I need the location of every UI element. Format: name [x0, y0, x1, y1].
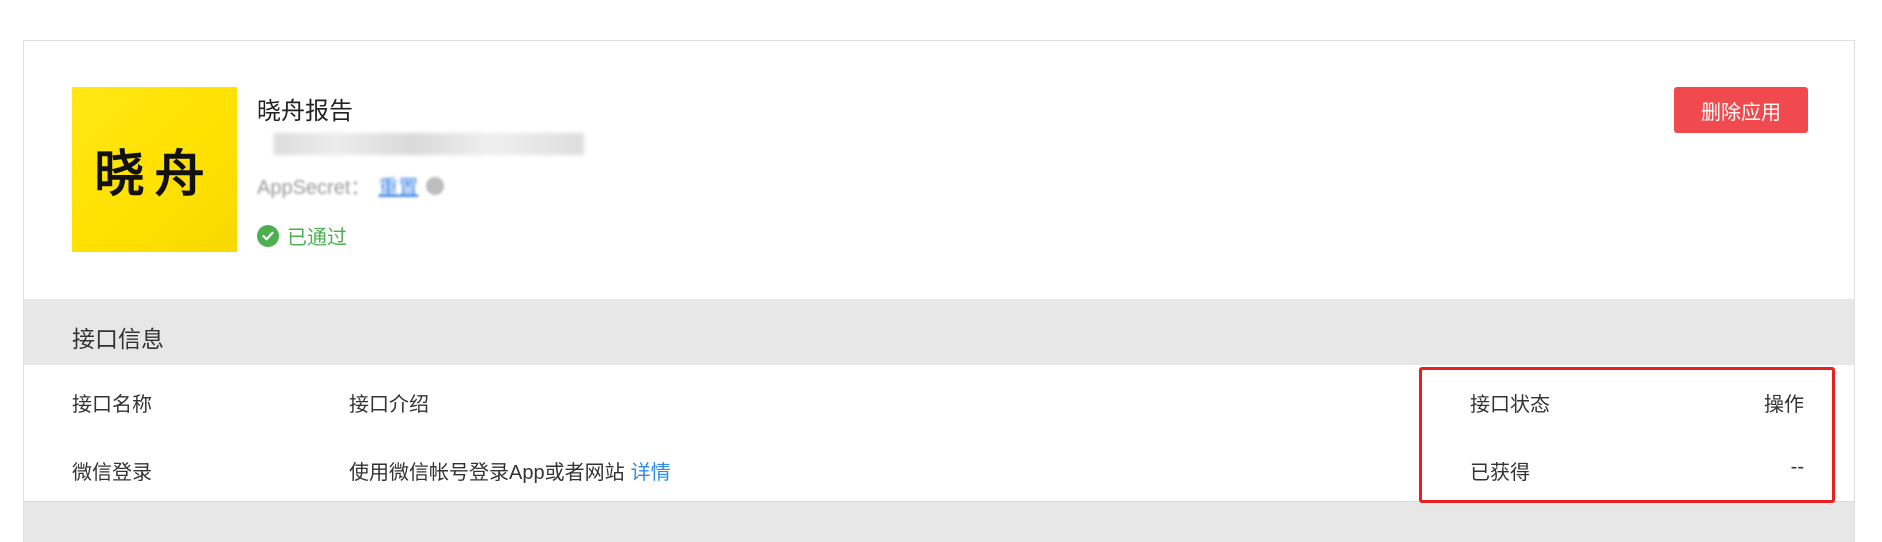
app-secret-label: AppSecret：	[257, 177, 371, 199]
interface-intro-text: 使用微信帐号登录App或者网站	[349, 462, 625, 484]
interface-status: 已获得	[1470, 462, 1530, 484]
delete-app-button[interactable]: 删除应用	[1674, 87, 1808, 133]
detail-link[interactable]: 详情	[631, 462, 671, 484]
app-logo: 晓舟	[72, 87, 237, 252]
redacted-appid	[274, 133, 584, 155]
app-header: 晓舟 晓舟报告 AppSecret： 重置 已通过 删除应用	[24, 41, 1854, 299]
interface-name: 微信登录	[72, 462, 152, 484]
column-header-operation: 操作	[1764, 394, 1804, 416]
approval-status: 已通过	[257, 221, 347, 250]
app-secret-row: AppSecret： 重置	[257, 171, 445, 200]
column-header-status: 接口状态	[1470, 394, 1550, 416]
app-name: 晓舟报告	[257, 98, 353, 125]
next-section-header	[24, 501, 1854, 542]
column-header-intro: 接口介绍	[349, 394, 429, 416]
reset-secret-link[interactable]: 重置	[378, 171, 418, 200]
info-icon[interactable]	[426, 176, 445, 195]
interface-section-title: 接口信息	[72, 326, 164, 352]
interface-table: 接口名称 接口介绍 接口状态 操作 微信登录 使用微信帐号登录App或者网站 详情…	[24, 365, 1854, 501]
column-header-name: 接口名称	[72, 394, 152, 416]
app-detail-card: 晓舟 晓舟报告 AppSecret： 重置 已通过 删除应用 接口信息 接口名称…	[23, 40, 1855, 542]
check-circle-icon	[257, 224, 279, 247]
app-logo-text: 晓舟	[94, 143, 215, 203]
interface-intro: 使用微信帐号登录App或者网站 详情	[349, 456, 671, 485]
interface-section-header: 接口信息	[24, 299, 1854, 365]
interface-operation: --	[1790, 456, 1804, 478]
approval-status-text: 已通过	[287, 227, 347, 249]
